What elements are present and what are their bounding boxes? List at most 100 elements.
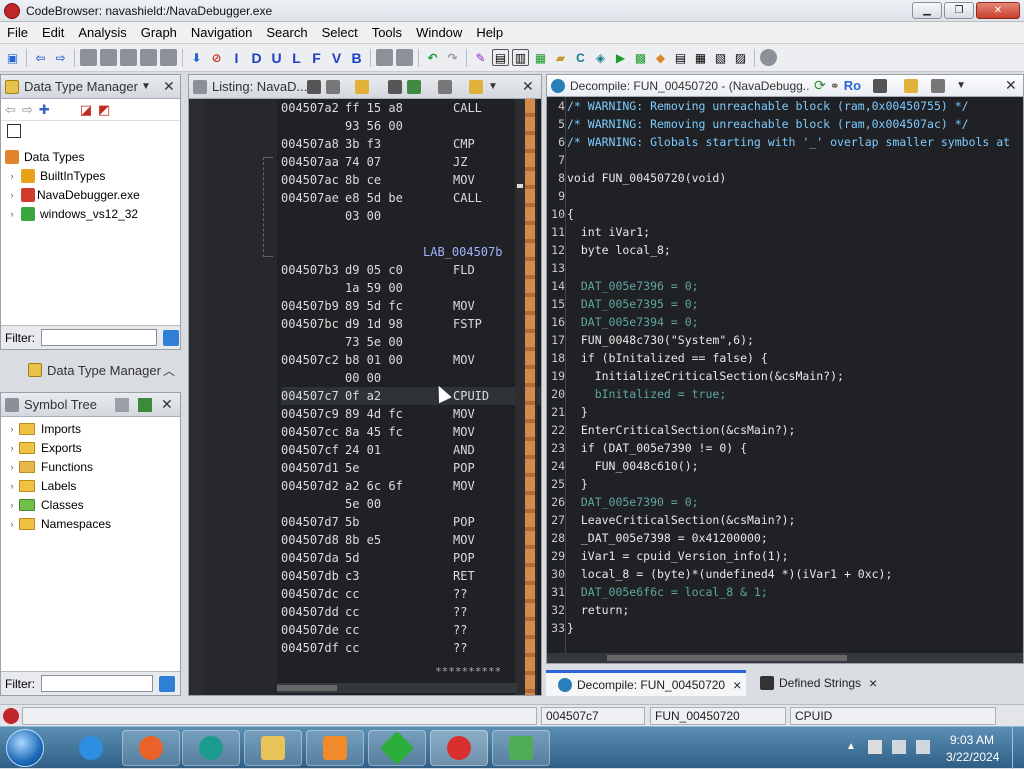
code-line[interactable]: 6/* WARNING: Globals starting with '_' o… [549, 135, 1019, 153]
listing-vertical-scrollbar[interactable] [515, 99, 537, 695]
decompiler-horizontal-scrollbar[interactable] [547, 653, 1023, 663]
code-line[interactable]: 30 local_8 = (byte)*(undefined4 *)(iVar1… [549, 567, 1019, 585]
chevron-right-icon[interactable]: › [5, 171, 19, 181]
code-line[interactable]: 8 void FUN_00450720(void) [549, 171, 1019, 189]
navigate-icon[interactable] [120, 49, 137, 66]
run-icon[interactable]: ▶ [612, 49, 629, 66]
listing-row[interactable]: 004507ac 8b ce MOV [281, 171, 541, 189]
tool-icon[interactable] [760, 49, 777, 66]
taskbar-media[interactable] [306, 730, 364, 766]
menu-search[interactable]: Search [259, 22, 314, 44]
code-line[interactable]: 14 DAT_005e7396 = 0; [549, 279, 1019, 297]
code-line[interactable]: 22 EnterCriticalSection(&csMain?); [549, 423, 1019, 441]
tree-item-labels[interactable]: › Labels [5, 476, 180, 495]
decompile-icon[interactable]: C [572, 49, 589, 66]
listing-row[interactable]: 004507de cc?? [281, 621, 541, 639]
tab-defined-strings[interactable]: Defined Strings × [760, 670, 900, 696]
chevron-right-icon[interactable]: › [5, 500, 19, 510]
script-icon[interactable]: ✎ [472, 49, 489, 66]
taskbar-internet-explorer[interactable] [62, 730, 120, 766]
listing-row[interactable]: 004507c7 0f a2 CPUID [281, 387, 541, 405]
graph-icon[interactable]: ⚭ [830, 79, 840, 93]
chevron-right-icon[interactable]: › [5, 424, 19, 434]
chevron-up-icon[interactable]: ︿ [163, 362, 175, 379]
code-line[interactable]: 16 DAT_005e7394 = 0; [549, 315, 1019, 333]
dropdown-icon[interactable]: ▼ [141, 81, 151, 92]
code-line[interactable]: 4/* WARNING: Removing unreachable block … [549, 99, 1019, 117]
code-line[interactable]: 32 return; [549, 603, 1019, 621]
close-icon[interactable]: ✕ [522, 78, 534, 95]
symbol-filter-input[interactable] [41, 675, 153, 692]
tab-decompile[interactable]: Decompile: FUN_00450720 × [546, 670, 746, 696]
code-line[interactable]: 28 _DAT_005e7398 = 0x41200000; [549, 531, 1019, 549]
save-icon[interactable]: ▣ [4, 49, 21, 66]
listing-row[interactable]: 004507c9 89 4d fc MOV [281, 405, 541, 423]
tree-item-data-types[interactable]: Data Types [1, 147, 180, 166]
data-type-filter-input[interactable] [41, 329, 157, 346]
listing-row[interactable]: 004507d2 a2 6c 6f MOV [281, 477, 541, 495]
listing-row[interactable]: 004507aa 74 07 JZ [281, 153, 541, 171]
refresh-icon[interactable] [138, 397, 152, 412]
code-line[interactable]: 15 DAT_005e7395 = 0; [549, 297, 1019, 315]
code-line[interactable]: 24 FUN_0048c610(); [549, 459, 1019, 477]
menu-navigation[interactable]: Navigation [184, 22, 259, 44]
tool-icon[interactable]: ◈ [592, 49, 609, 66]
close-icon[interactable]: ✕ [161, 396, 173, 413]
expand-icon[interactable] [1, 121, 180, 143]
back-arrow-icon[interactable]: ⇦ [5, 102, 16, 118]
listing-row[interactable]: 004507da 5d POP [281, 549, 541, 567]
code-line[interactable]: 21 } [549, 405, 1019, 423]
chevron-right-icon[interactable]: › [5, 481, 19, 491]
close-icon[interactable]: ✕ [1005, 77, 1017, 94]
nav-instruction-icon[interactable]: I [228, 49, 245, 66]
listing-row[interactable]: 004507cc 8a 45 fc MOV [281, 423, 541, 441]
tool-icon[interactable]: ▤ [492, 49, 509, 66]
code-line[interactable]: 19 InitializeCriticalSection(&csMain?); [549, 369, 1019, 387]
taskbar-firefox[interactable] [122, 730, 180, 766]
code-line[interactable]: 9 [549, 189, 1019, 207]
maximize-button[interactable]: ❐ [944, 2, 974, 19]
code-line[interactable]: 31 DAT_005e6f6c = local_8 & 1; [549, 585, 1019, 603]
navigate-icon[interactable] [80, 49, 97, 66]
decompiler-code-view[interactable]: 4/* WARNING: Removing unreachable block … [547, 97, 1023, 663]
tree-item-navadebugger[interactable]: › NavaDebugger.exe [1, 185, 180, 204]
close-tab-icon[interactable]: × [733, 677, 741, 693]
clock-date[interactable]: 3/22/2024 [946, 750, 999, 764]
create-icon[interactable] [115, 397, 129, 412]
nav-value-icon[interactable]: V [328, 49, 345, 66]
code-line[interactable]: 23 if (DAT_005e7390 != 0) { [549, 441, 1019, 459]
clock-time[interactable]: 9:03 AM [950, 733, 994, 747]
code-line[interactable]: 17 FUN_0048c730("System",6); [549, 333, 1019, 351]
taskbar-ghidra[interactable] [430, 730, 488, 766]
listing-horizontal-scrollbar[interactable] [277, 683, 517, 693]
tray-expand-icon[interactable]: ▲ [846, 741, 856, 752]
close-tab-icon[interactable]: × [869, 675, 877, 691]
edit-icon[interactable] [904, 78, 919, 93]
listing-row[interactable]: 03 00 [281, 207, 541, 225]
copy-icon[interactable] [873, 78, 888, 93]
listing-row[interactable]: 00 00 [281, 369, 541, 387]
close-button[interactable]: ✕ [976, 2, 1020, 19]
paste-icon[interactable] [326, 79, 340, 94]
tray-flag-icon[interactable] [868, 740, 882, 754]
cursor-icon[interactable] [355, 79, 369, 94]
tree-item-builtintypes[interactable]: › BuiltInTypes [1, 166, 180, 185]
archive-icon[interactable]: ✚ [39, 102, 50, 118]
tray-network-icon[interactable] [892, 740, 906, 754]
code-line[interactable]: 25 } [549, 477, 1019, 495]
dropdown-icon[interactable]: ▼ [488, 81, 498, 92]
code-line[interactable]: 12 byte local_8; [549, 243, 1019, 261]
code-line[interactable]: 7 [549, 153, 1019, 171]
listing-row[interactable]: 004507a2 ff 15 a8 CALL [281, 99, 541, 117]
show-desktop-button[interactable] [1012, 727, 1024, 769]
back-arrow-icon[interactable]: ⇦ [32, 49, 49, 66]
delete-icon[interactable]: ◩ [98, 102, 110, 118]
minimize-button[interactable]: ▁ [912, 2, 942, 19]
chevron-right-icon[interactable]: › [5, 443, 19, 453]
taskbar-network-app[interactable] [492, 730, 550, 766]
code-line[interactable]: 18 if (bInitalized == false) { [549, 351, 1019, 369]
listing-row[interactable]: 004507bc d9 1d 98 FSTP [281, 315, 541, 333]
filter-options-icon[interactable] [159, 675, 175, 692]
nav-function-icon[interactable]: F [308, 49, 325, 66]
listing-row[interactable]: 004507dc cc?? [281, 585, 541, 603]
